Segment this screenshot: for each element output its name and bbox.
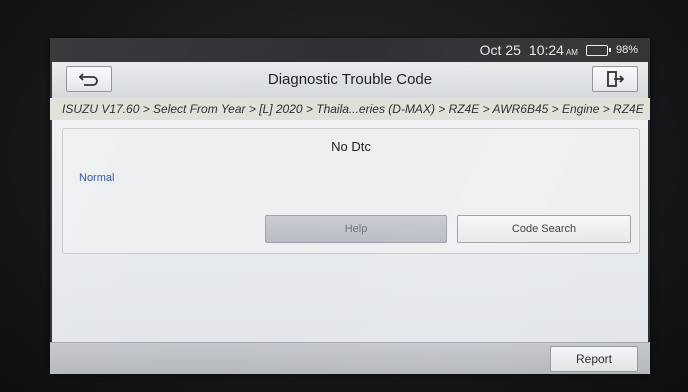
dtc-card: No Dtc Normal Help Code Search bbox=[62, 128, 640, 254]
footer-bar: Report bbox=[50, 342, 650, 374]
main-content: No Dtc Normal Help Code Search bbox=[52, 120, 648, 342]
title-bar: Diagnostic Trouble Code bbox=[52, 62, 648, 99]
battery-icon bbox=[585, 44, 611, 56]
status-label: Normal bbox=[79, 172, 115, 184]
dtc-title: No Dtc bbox=[331, 139, 371, 154]
exit-door-icon bbox=[607, 71, 625, 87]
exit-button[interactable] bbox=[592, 66, 638, 92]
status-ampm: AM bbox=[565, 47, 578, 57]
status-time: 10:24 bbox=[528, 42, 564, 58]
status-bar: Oct 25 10:24 AM 98% bbox=[50, 38, 650, 62]
help-button[interactable]: Help bbox=[265, 215, 447, 243]
code-search-button[interactable]: Code Search bbox=[457, 215, 631, 243]
page-title: Diagnostic Trouble Code bbox=[267, 71, 433, 88]
status-date: Oct 25 bbox=[479, 42, 521, 58]
breadcrumb: ISUZU V17.60 > Select From Year > [L] 20… bbox=[50, 98, 650, 120]
battery-level: 98% bbox=[615, 44, 638, 56]
report-button[interactable]: Report bbox=[550, 346, 638, 372]
device-screen: Oct 25 10:24 AM 98% Diagnostic Trouble C… bbox=[50, 38, 650, 374]
status-indicators: Oct 25 10:24 AM 98% bbox=[480, 41, 638, 59]
